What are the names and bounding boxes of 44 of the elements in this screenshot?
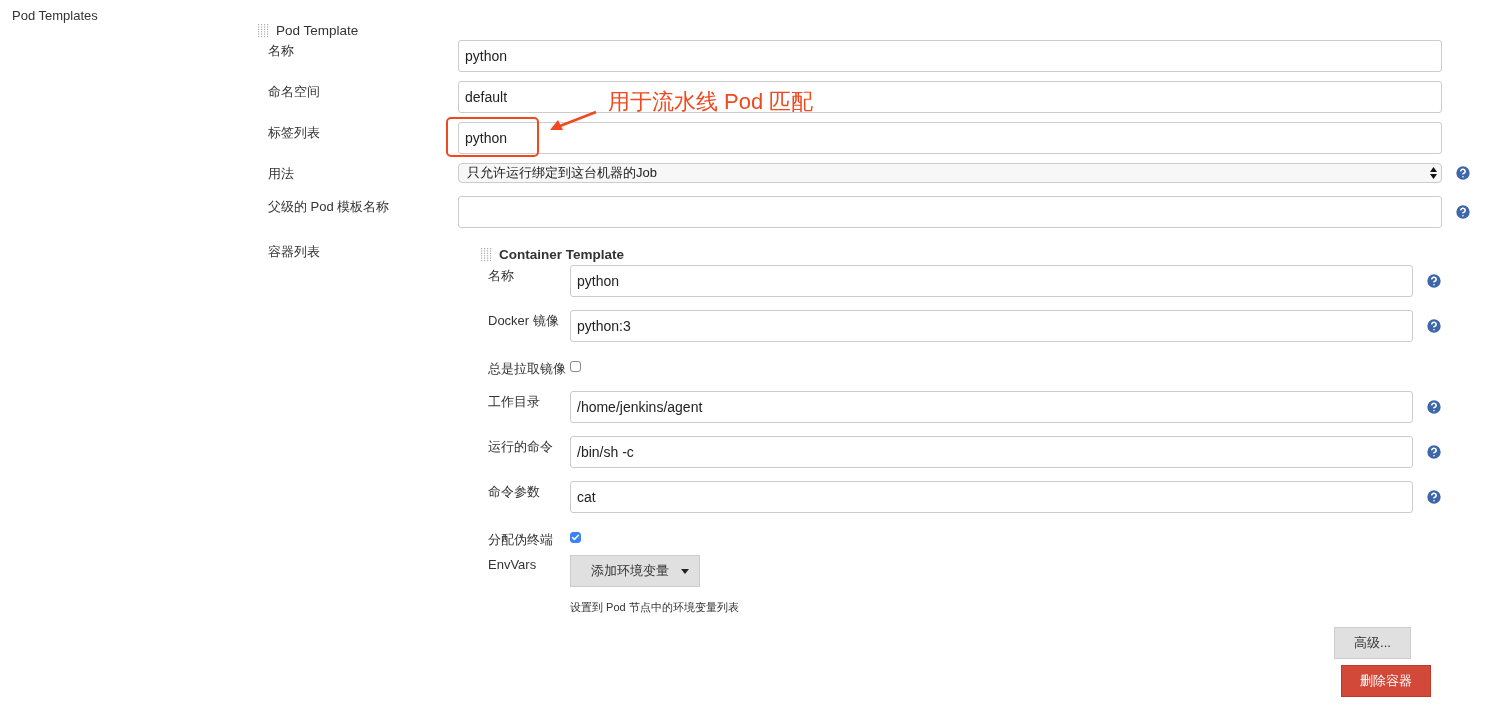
field-label: 父级的 Pod 模板名称	[267, 198, 391, 216]
drag-handle-icon[interactable]	[258, 23, 270, 38]
field-label: 工作目录	[487, 393, 541, 411]
field-label: 总是拉取镜像	[487, 360, 567, 378]
advanced-button[interactable]: 高级...	[1334, 627, 1411, 659]
field-label: 标签列表	[267, 124, 321, 142]
delete-button[interactable]: 删除容器	[1341, 665, 1431, 697]
text-field[interactable]: python	[570, 265, 1413, 297]
hint-text: 设置到 Pod 节点中的环境变量列表	[570, 600, 740, 615]
section-title: Pod Template	[276, 23, 359, 38]
help-icon[interactable]	[1425, 443, 1443, 461]
text-field[interactable]: /bin/sh -c	[570, 436, 1413, 468]
checkbox[interactable]	[570, 532, 581, 543]
checkbox[interactable]	[570, 361, 581, 372]
help-icon[interactable]	[1454, 203, 1472, 221]
field-label: 命名空间	[267, 83, 321, 101]
updown-icon	[1430, 167, 1437, 179]
usage-select[interactable]: 只允许运行绑定到这台机器的Job	[458, 163, 1442, 183]
text-field[interactable]	[458, 196, 1442, 228]
help-icon[interactable]	[1425, 398, 1443, 416]
field-label: 容器列表	[267, 243, 321, 261]
field-label: 运行的命令	[487, 438, 554, 456]
field-label: 命令参数	[487, 483, 541, 501]
text-field[interactable]: python:3	[570, 310, 1413, 342]
section-label: Pod Templates	[12, 8, 99, 25]
text-field[interactable]: python	[458, 40, 1442, 72]
field-label: EnvVars	[487, 556, 538, 572]
field-label: 用法	[267, 165, 295, 183]
help-icon[interactable]	[1425, 317, 1443, 335]
section-title: Container Template	[499, 247, 625, 262]
caret-icon	[681, 568, 689, 574]
text-field[interactable]: python	[458, 122, 1442, 154]
help-icon[interactable]	[1425, 488, 1443, 506]
help-icon[interactable]	[1454, 164, 1472, 182]
text-field[interactable]: cat	[570, 481, 1413, 513]
drag-handle-icon[interactable]	[481, 247, 493, 262]
text-field[interactable]: /home/jenkins/agent	[570, 391, 1413, 423]
field-label: 名称	[267, 42, 295, 60]
field-label: Docker 镜像	[487, 312, 560, 330]
field-label: 分配伪终端	[487, 531, 554, 549]
help-icon[interactable]	[1425, 272, 1443, 290]
add-env-var-button[interactable]: 添加环境变量	[570, 555, 700, 587]
annotation-text: 用于流水线 Pod 匹配	[608, 88, 814, 116]
field-label: 名称	[487, 267, 515, 285]
